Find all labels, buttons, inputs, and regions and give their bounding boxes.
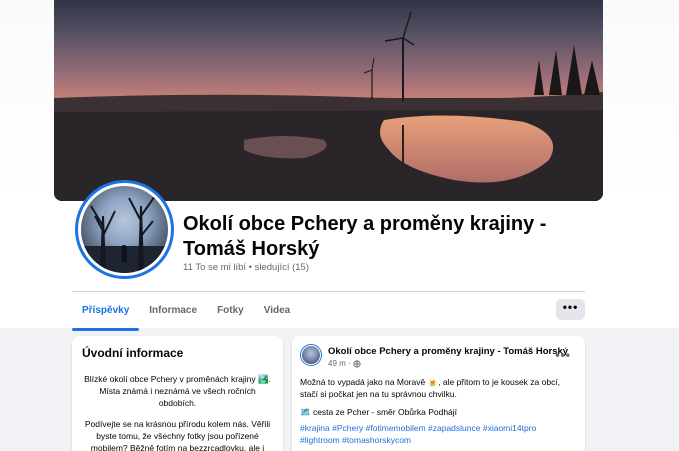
post-location: 🗺️ cesta ze Pcher - směr Obůrka Podhájí: [300, 407, 458, 417]
header-divider: [72, 291, 585, 292]
tab-posts[interactable]: Příspěvky: [72, 298, 140, 331]
intro-description: Blízké okolí obce Pchery v proměnách kra…: [84, 374, 271, 408]
tab-about[interactable]: Informace: [139, 298, 207, 325]
post-avatar[interactable]: [300, 344, 322, 366]
cover-photo[interactable]: [54, 0, 603, 201]
page-stats[interactable]: 11 To se mi líbí • sledující (15): [183, 262, 309, 273]
post-header: Okolí obce Pchery a proměny krajiny - To…: [300, 344, 577, 368]
globe-icon: [353, 359, 361, 368]
post-timestamp[interactable]: 49 m ·: [328, 359, 351, 368]
post-author[interactable]: Okolí obce Pchery a proměny krajiny - To…: [328, 346, 568, 357]
page-title: Okolí obce Pchery a proměny krajiny - To…: [183, 213, 547, 260]
profile-avatar[interactable]: [75, 180, 174, 279]
post-card: Okolí obce Pchery a proměny krajiny - To…: [292, 336, 585, 451]
intro-description-more: Podívejte se na krásnou přírodu kolem ná…: [84, 419, 271, 451]
profile-picture: [81, 186, 168, 273]
post-body: Možná to vypadá jako na Moravě 🍺, ale př…: [300, 376, 577, 446]
more-options-button[interactable]: •••: [556, 299, 585, 320]
post-text: Možná to vypadá jako na Moravě 🍺, ale př…: [300, 377, 561, 399]
cover-landscape: [54, 11, 603, 201]
intro-heading: Úvodní informace: [82, 346, 184, 360]
page-tabs: Příspěvky Informace Fotky Videa: [72, 298, 301, 331]
post-menu-button[interactable]: •••: [555, 348, 571, 362]
avatar-trees: [81, 195, 168, 273]
post-hashtags[interactable]: #krajina #Pchery #fotimemobilem #zapadsl…: [300, 422, 577, 446]
tab-photos[interactable]: Fotky: [207, 298, 254, 325]
intro-card: Úvodní informace Blízké okolí obce Pcher…: [72, 336, 283, 451]
post-time-row: 49 m ·: [328, 359, 568, 368]
tab-videos[interactable]: Videa: [254, 298, 301, 325]
